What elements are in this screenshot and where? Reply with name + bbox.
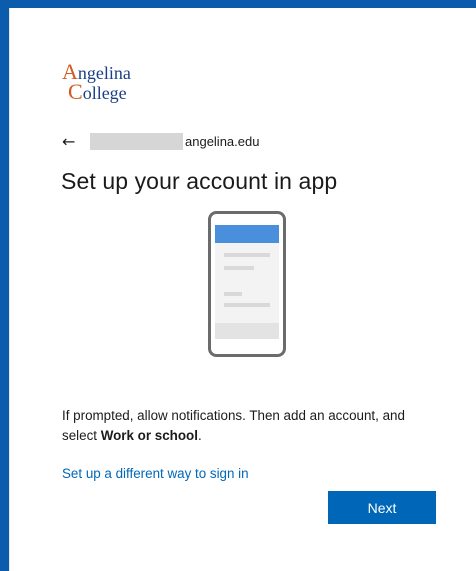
phone-line-1	[224, 253, 270, 257]
identity-banner: ← angelina.edu	[62, 132, 422, 152]
page-title: Set up your account in app	[61, 168, 338, 194]
instructions-text: If prompted, allow notifications. Then a…	[62, 406, 442, 446]
angelina-college-logo: Angelina College	[62, 59, 172, 109]
phone-line-2	[224, 266, 254, 270]
logo-cap-c: C	[68, 79, 83, 104]
identity-domain: angelina.edu	[185, 134, 260, 149]
different-signin-link[interactable]: Set up a different way to sign in	[62, 466, 249, 481]
page-frame: Angelina College ← angelina.edu Set up y…	[0, 0, 476, 571]
phone-illustration-icon	[208, 211, 286, 357]
signin-card: Angelina College ← angelina.edu Set up y…	[9, 8, 476, 571]
logo-line-2: College	[68, 79, 127, 105]
logo-rest-2: ollege	[82, 83, 127, 103]
redacted-username	[90, 133, 183, 150]
next-button[interactable]: Next	[328, 491, 436, 524]
phone-line-3	[224, 292, 242, 296]
phone-screen-header	[215, 225, 279, 243]
phone-screen-footer	[215, 323, 279, 339]
back-arrow-icon[interactable]: ←	[62, 132, 75, 151]
phone-line-4	[224, 303, 270, 307]
instructions-bold: Work or school	[100, 428, 198, 443]
instructions-end: .	[197, 428, 202, 443]
